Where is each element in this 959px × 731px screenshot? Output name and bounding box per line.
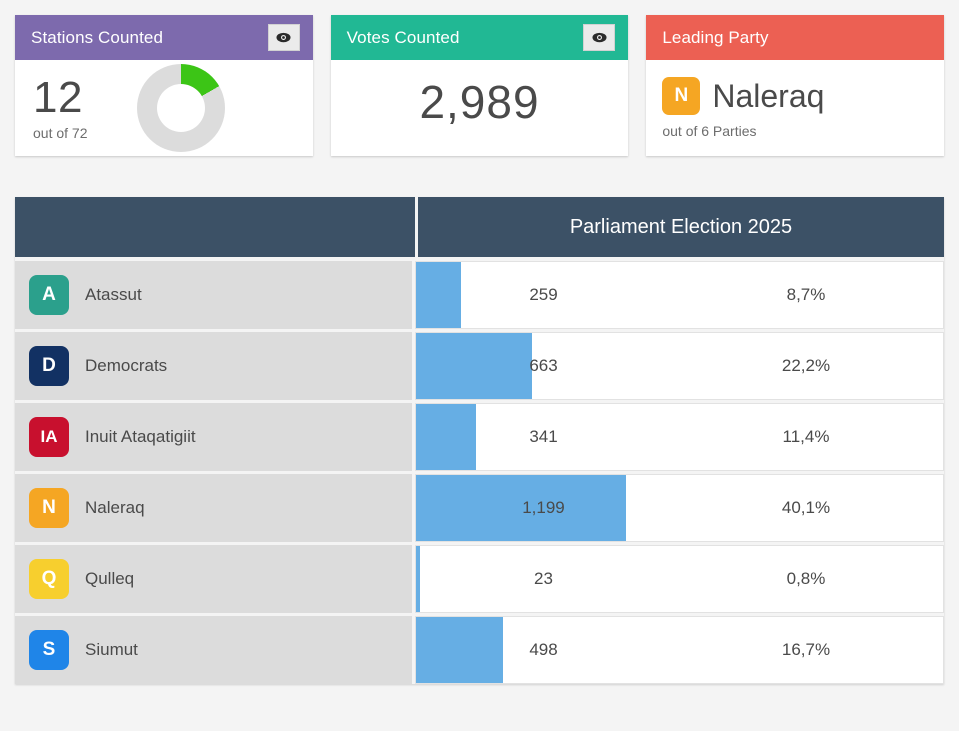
stations-count: 12 [33, 73, 83, 122]
table-body: A Atassut 259 8,7% D Democrats 663 22,2% IA Inuit… [15, 257, 944, 684]
table-row[interactable]: A Atassut 259 8,7% [15, 257, 944, 329]
election-results-table: Parliament Election 2025 A Atassut 259 8,7%… [15, 197, 944, 684]
leading-party-row: N Naleraq [662, 77, 824, 115]
vote-count: 1,199 [522, 498, 565, 517]
vote-count: 663 [529, 356, 558, 375]
votes-count: 2,989 [419, 76, 540, 128]
eye-icon[interactable] [267, 24, 300, 51]
vote-percentage: 0,8% [786, 569, 826, 588]
stations-figure: 12 out of 72 [33, 73, 129, 142]
party-name: Democrats [85, 356, 168, 375]
vote-count: 23 [534, 569, 553, 588]
table-header-party-column [15, 197, 418, 257]
party-cell: D Democrats [15, 332, 415, 400]
party-result-cell: 259 8,7% [415, 261, 944, 329]
vote-count: 341 [529, 427, 558, 446]
table-row[interactable]: S Siumut 498 16,7% [15, 613, 944, 684]
party-cell: S Siumut [15, 616, 415, 684]
party-name: Naleraq [85, 498, 145, 517]
vote-percentage: 40,1% [781, 498, 831, 517]
table-header-row: Parliament Election 2025 [15, 197, 944, 257]
party-result-cell: 1,199 40,1% [415, 474, 944, 542]
summary-cards: Stations Counted 12 out of 72 Votes Coun… [0, 0, 959, 156]
vote-percentage: 11,4% [782, 427, 830, 446]
eye-icon[interactable] [583, 24, 616, 51]
stations-counted-card: Stations Counted 12 out of 72 [15, 15, 313, 156]
table-row[interactable]: N Naleraq 1,199 40,1% [15, 471, 944, 542]
party-cell: A Atassut [15, 261, 415, 329]
party-result-cell: 663 22,2% [415, 332, 944, 400]
party-cell: N Naleraq [15, 474, 415, 542]
stations-donut-chart [137, 64, 225, 152]
party-name: Atassut [85, 285, 142, 304]
leading-party-card-body: N Naleraq out of 6 Parties [646, 60, 944, 156]
party-badge: S [29, 630, 69, 670]
votes-faint-caption [420, 129, 540, 143]
vote-percentage: 8,7% [786, 285, 826, 304]
table-row[interactable]: Q Qulleq 23 0,8% [15, 542, 944, 613]
eye-glyph [592, 32, 607, 43]
party-result-cell: 23 0,8% [415, 545, 944, 613]
party-result-cell: 498 16,7% [415, 616, 944, 684]
vote-count: 498 [529, 640, 558, 659]
leading-party-badge: N [662, 77, 701, 115]
leading-party-card-title: Leading Party [662, 27, 769, 47]
vote-percentage: 22,2% [781, 356, 831, 375]
party-name: Siumut [85, 640, 138, 659]
votes-card-header: Votes Counted [330, 15, 629, 60]
stations-card-body: 12 out of 72 [15, 60, 313, 156]
party-name: Inuit Ataqatigiit [85, 427, 196, 446]
party-cell: IA Inuit Ataqatigiit [15, 403, 415, 471]
stations-card-header: Stations Counted [15, 15, 313, 60]
vote-count: 259 [529, 285, 558, 304]
party-badge: D [29, 346, 69, 386]
party-cell: Q Qulleq [15, 545, 415, 613]
table-row[interactable]: IA Inuit Ataqatigiit 341 11,4% [15, 400, 944, 471]
party-badge: Q [29, 559, 69, 599]
party-result-cell: 341 11,4% [415, 403, 944, 471]
eye-glyph [276, 32, 291, 43]
votes-card-body: 2,989 [331, 60, 629, 156]
leading-party-card: Leading Party N Naleraq out of 6 Parties [646, 15, 945, 156]
party-badge: A [29, 275, 69, 315]
leading-party-name: Naleraq [712, 78, 825, 114]
party-badge: N [29, 488, 69, 528]
table-header-election-title: Parliament Election 2025 [418, 197, 944, 257]
table-row[interactable]: D Democrats 663 22,2% [15, 329, 944, 400]
stations-total-label: out of 72 [33, 125, 88, 141]
leading-party-card-header: Leading Party [646, 15, 945, 60]
votes-counted-card: Votes Counted 2,989 [330, 15, 629, 156]
vote-percentage: 16,7% [781, 640, 831, 659]
stations-card-title: Stations Counted [31, 27, 164, 47]
party-name: Qulleq [85, 569, 135, 588]
party-badge: IA [29, 417, 69, 457]
votes-card-title: Votes Counted [346, 27, 460, 47]
leading-party-total-label: out of 6 Parties [662, 123, 757, 139]
